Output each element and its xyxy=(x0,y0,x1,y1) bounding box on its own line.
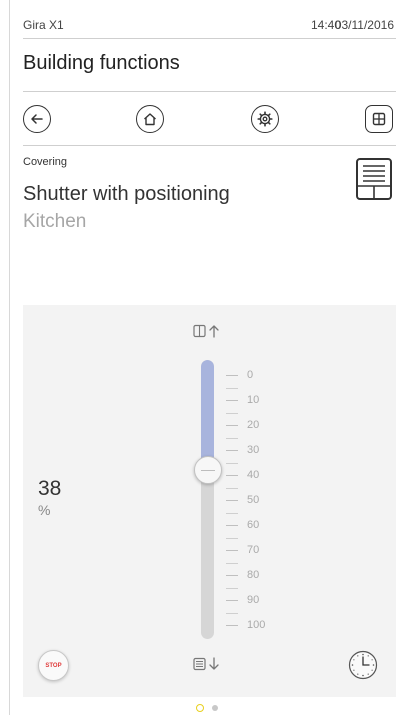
scale-tick-label: 10 xyxy=(247,394,260,406)
gear-icon xyxy=(257,111,273,127)
scale-minor-tick xyxy=(226,487,238,489)
scale-tick-mark xyxy=(226,599,238,601)
status-bar: Gira X1 14:40 03/11/2016 xyxy=(23,14,396,34)
scale-tick-mark xyxy=(226,524,238,526)
scale-tick: 40 xyxy=(226,469,259,481)
scale-minor-tick xyxy=(226,562,238,564)
scale-tick-mark xyxy=(226,624,238,626)
scale-tick-label: 100 xyxy=(247,619,266,631)
scale-minor-tick xyxy=(226,512,238,514)
scale-tick-mark xyxy=(226,499,238,501)
scale-tick: 80 xyxy=(226,569,259,581)
scale-tick-label: 60 xyxy=(247,519,260,531)
scale-tick: 50 xyxy=(226,494,259,506)
position-slider-fill xyxy=(201,360,214,470)
divider xyxy=(23,145,396,146)
nav-bar xyxy=(23,102,396,136)
scale-minor-tick xyxy=(226,412,238,414)
page-dot[interactable] xyxy=(212,705,218,711)
scale-tick-label: 30 xyxy=(247,444,260,456)
scale-tick: 0 xyxy=(226,369,253,381)
scale-tick: 20 xyxy=(226,419,259,431)
shutter-control-panel: 0 10 20 30 40 50 60 70 80 90 100 38 % STOP xyxy=(23,305,396,697)
shutter-icon xyxy=(356,158,392,200)
settings-button[interactable] xyxy=(251,105,279,133)
scale-tick-mark xyxy=(226,374,238,376)
home-button[interactable] xyxy=(136,105,164,133)
scale-tick-mark xyxy=(226,549,238,551)
arrow-left-icon xyxy=(31,114,43,124)
position-slider-track[interactable] xyxy=(201,360,214,639)
scale-tick-label: 40 xyxy=(247,469,260,481)
page-title: Building functions xyxy=(23,52,180,74)
page-indicator xyxy=(196,704,218,712)
scale-tick-label: 70 xyxy=(247,544,260,556)
scale-tick: 10 xyxy=(226,394,259,406)
scale-tick-label: 20 xyxy=(247,419,260,431)
position-slider-handle[interactable] xyxy=(193,456,222,484)
function-room: Kitchen xyxy=(23,211,87,232)
position-unit: % xyxy=(38,502,51,518)
grid-icon xyxy=(372,112,386,126)
scale-tick-label: 90 xyxy=(247,594,260,606)
scale-minor-tick xyxy=(226,587,238,589)
divider xyxy=(23,38,396,39)
scale-minor-tick xyxy=(226,387,238,389)
position-value: 38 xyxy=(38,477,62,500)
left-divider xyxy=(9,0,10,715)
scale-tick-mark xyxy=(226,474,238,476)
scale-tick: 100 xyxy=(226,619,265,631)
function-category: Covering xyxy=(23,156,68,168)
scale-tick-mark xyxy=(226,449,238,451)
scale-minor-tick xyxy=(226,462,238,464)
function-title: Shutter with positioning xyxy=(23,183,230,205)
scale-tick-label: 50 xyxy=(247,494,260,506)
scale-minor-tick xyxy=(226,612,238,614)
scale-tick: 90 xyxy=(226,594,259,606)
home-icon xyxy=(144,113,156,126)
scale-tick-mark xyxy=(226,424,238,426)
divider xyxy=(23,91,396,92)
back-button[interactable] xyxy=(23,105,51,133)
scale-tick: 60 xyxy=(226,519,259,531)
page: Gira X1 14:40 03/11/2016 Building functi… xyxy=(0,0,396,715)
grid-button[interactable] xyxy=(365,105,393,133)
scale-tick-mark xyxy=(226,399,238,401)
clock-date: 03/11/2016 xyxy=(334,18,394,32)
scale-minor-tick xyxy=(226,537,238,539)
scale-tick-label: 0 xyxy=(247,369,254,381)
position-scale: 0 10 20 30 40 50 60 70 80 90 100 xyxy=(226,305,286,697)
shutter-down-icon[interactable] xyxy=(193,657,221,671)
stop-button[interactable]: STOP xyxy=(38,650,69,681)
scale-tick: 70 xyxy=(226,544,259,556)
scale-tick: 30 xyxy=(226,444,259,456)
scale-minor-tick xyxy=(226,437,238,439)
scale-tick-mark xyxy=(226,574,238,576)
shutter-up-icon[interactable] xyxy=(193,324,221,338)
device-name: Gira X1 xyxy=(23,18,64,32)
clock-icon[interactable] xyxy=(348,650,378,680)
page-dot-active[interactable] xyxy=(196,704,204,712)
scale-tick-label: 80 xyxy=(247,569,260,581)
